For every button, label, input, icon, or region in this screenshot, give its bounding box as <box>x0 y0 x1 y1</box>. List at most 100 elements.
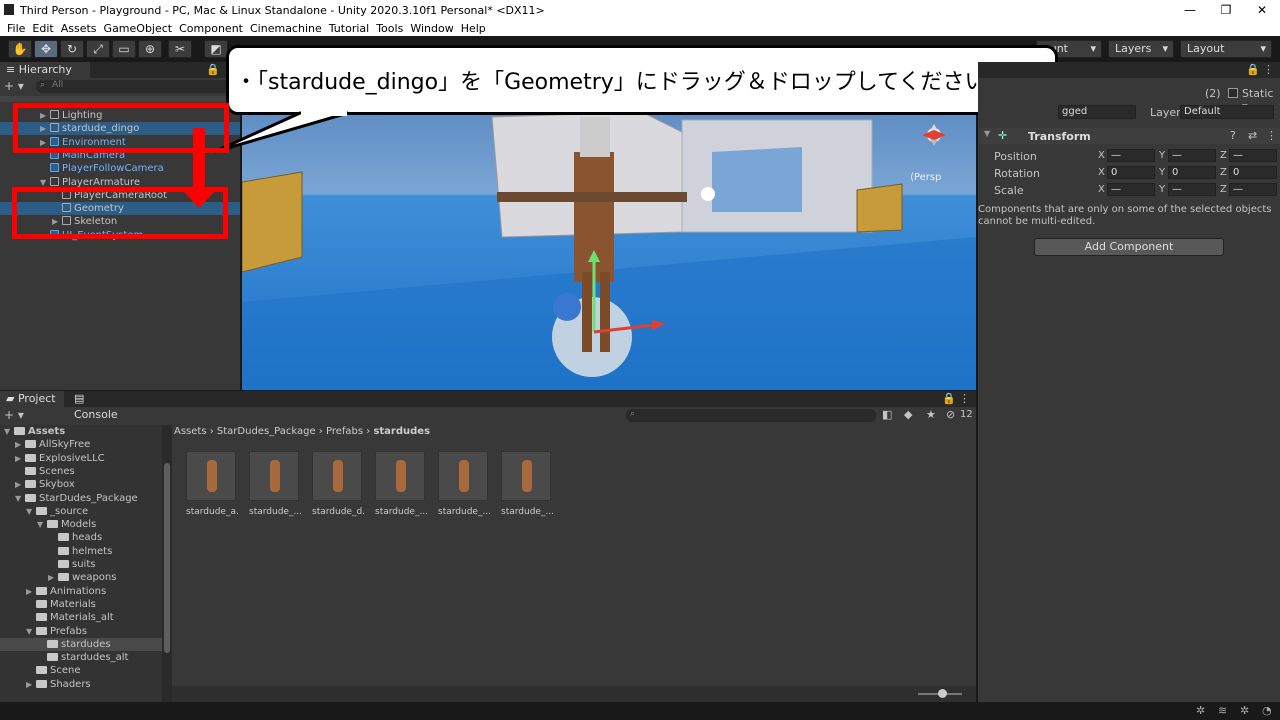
custom-tool-icon[interactable]: ✂ <box>168 40 192 58</box>
transform-position-y-field[interactable]: — <box>1168 149 1216 162</box>
folder-tree-item[interactable]: ▼ Models <box>0 518 162 531</box>
folder-tree-item[interactable]: ▶ Skybox <box>0 478 162 491</box>
foldout-arrow-icon[interactable]: ▶ <box>15 478 25 491</box>
prefab-asset[interactable]: stardude_... <box>375 451 427 517</box>
foldout-arrow-icon[interactable]: ▼ <box>37 518 47 531</box>
folder-tree-item[interactable]: ▼ _source <box>0 505 162 518</box>
folder-tree-item[interactable]: ▼ Prefabs <box>0 625 162 638</box>
transform-rotation-z-field[interactable]: 0 <box>1229 166 1277 179</box>
filter-type-icon[interactable]: ◧ <box>882 408 892 421</box>
foldout-arrow-icon[interactable]: ▼ <box>984 129 990 138</box>
project-tab[interactable]: ▰ Project <box>0 391 64 407</box>
folder-tree-item[interactable]: suits <box>0 558 162 571</box>
hand-tool-icon[interactable]: ✋ <box>8 40 32 58</box>
transform-rotation-x-field[interactable]: 0 <box>1107 166 1155 179</box>
console-tab[interactable]: ▤ Console <box>68 391 134 421</box>
collab-icon[interactable]: ✲ <box>1240 704 1249 717</box>
prefab-asset[interactable]: stardude_d... <box>312 451 364 517</box>
hierarchy-item[interactable]: PlayerFollowCamera <box>0 162 240 175</box>
menu-help[interactable]: Help <box>461 22 486 35</box>
favorite-star-icon[interactable]: ★ <box>926 408 936 421</box>
hidden-packages-icon[interactable]: ⊘ <box>946 408 955 421</box>
scale-tool-icon[interactable]: ⤢ <box>86 40 110 58</box>
menu-tutorial[interactable]: Tutorial <box>329 22 369 35</box>
folder-tree-item[interactable]: ▼ StarDudes_Package <box>0 492 162 505</box>
transform-scale-y-field[interactable]: — <box>1168 183 1216 196</box>
folder-tree-item[interactable]: ▶ Animations <box>0 585 162 598</box>
move-tool-icon[interactable]: ✥ <box>34 40 58 58</box>
transform-header[interactable]: ▼ ✛ Transform ? ⇄ ⋮ <box>978 128 1280 144</box>
foldout-arrow-icon[interactable]: ▶ <box>26 585 36 598</box>
foldout-arrow-icon[interactable]: ▶ <box>15 438 25 451</box>
preset-icon[interactable]: ⇄ <box>1248 129 1257 142</box>
menu-component[interactable]: Component <box>179 22 243 35</box>
transform-rotation-y-field[interactable]: 0 <box>1168 166 1216 179</box>
foldout-arrow-icon[interactable]: ▼ <box>4 425 14 438</box>
more-icon[interactable]: ⋮ <box>959 392 970 405</box>
folder-tree-item[interactable]: stardudes_alt <box>0 651 162 664</box>
folder-tree-item[interactable]: Scenes <box>0 465 162 478</box>
hierarchy-tab[interactable]: ≡ Hierarchy <box>0 62 90 78</box>
debug-icon[interactable]: ✲ <box>1196 704 1205 717</box>
menu-edit[interactable]: Edit <box>32 22 53 35</box>
transform-scale-z-field[interactable]: — <box>1229 183 1277 196</box>
transform-tool-icon[interactable]: ⊕ <box>138 40 162 58</box>
layers-dropdown[interactable]: Layers <box>1108 40 1174 58</box>
static-checkbox[interactable] <box>1228 88 1238 98</box>
folder-tree-item[interactable]: Materials_alt <box>0 611 162 624</box>
foldout-arrow-icon[interactable]: ▼ <box>26 505 36 518</box>
close-button[interactable]: ✕ <box>1244 0 1280 20</box>
folder-tree-item[interactable]: stardudes <box>0 637 162 651</box>
persp-label[interactable]: ⟨Persp <box>910 172 941 183</box>
folder-tree-item[interactable]: ▶ AllSkyFree <box>0 438 162 451</box>
lock-icon[interactable]: 🔒 <box>206 63 220 76</box>
transform-scale-x-field[interactable]: — <box>1107 183 1155 196</box>
folder-tree-item[interactable]: ▶ Shaders <box>0 678 162 691</box>
folder-tree-item[interactable]: Materials <box>0 598 162 611</box>
foldout-arrow-icon[interactable]: ▶ <box>26 678 36 691</box>
menu-cinemachine[interactable]: Cinemachine <box>250 22 322 35</box>
rotate-tool-icon[interactable]: ↻ <box>60 40 84 58</box>
breadcrumb-stardudes[interactable]: stardudes <box>373 426 430 437</box>
zoom-slider-handle[interactable] <box>938 689 947 698</box>
more-icon[interactable]: ⋮ <box>1266 129 1277 142</box>
progress-icon[interactable]: ≋ <box>1218 704 1227 717</box>
prefab-asset[interactable]: stardude_... <box>501 451 553 517</box>
folder-tree-item[interactable]: heads <box>0 531 162 544</box>
layer-dropdown[interactable]: Default <box>1180 105 1274 119</box>
rect-tool-icon[interactable]: ▭ <box>112 40 136 58</box>
transform-position-x-field[interactable]: — <box>1107 149 1155 162</box>
lock-icon[interactable]: 🔒 <box>942 392 956 405</box>
menu-window[interactable]: Window <box>410 22 453 35</box>
pivot-toggle-icon[interactable]: ◩ <box>204 40 228 58</box>
foldout-arrow-icon[interactable]: ▶ <box>48 571 58 584</box>
menu-gameobject[interactable]: GameObject <box>104 22 173 35</box>
cache-icon[interactable]: ◔ <box>1262 704 1272 717</box>
lock-icon[interactable]: 🔒 <box>1246 63 1260 76</box>
foldout-arrow-icon[interactable]: ▶ <box>15 452 25 465</box>
breadcrumb-assets[interactable]: Assets <box>174 426 207 437</box>
transform-position-z-field[interactable]: — <box>1229 149 1277 162</box>
foldout-arrow-icon[interactable]: ▼ <box>15 492 25 505</box>
minimize-button[interactable]: — <box>1172 0 1208 20</box>
hierarchy-search-field[interactable]: ⌕ All <box>36 80 236 93</box>
help-icon[interactable]: ? <box>1230 129 1236 142</box>
folder-tree-item[interactable]: Scene <box>0 664 162 677</box>
maximize-button[interactable]: ❐ <box>1208 0 1244 20</box>
breadcrumb-prefabs[interactable]: Prefabs <box>326 426 363 437</box>
menu-tools[interactable]: Tools <box>376 22 403 35</box>
folder-tree-item[interactable]: ▼ Assets <box>0 425 162 438</box>
menu-file[interactable]: File <box>7 22 25 35</box>
prefab-asset[interactable]: stardude_... <box>249 451 301 517</box>
prefab-asset[interactable]: stardude_... <box>438 451 490 517</box>
scene-header-row[interactable] <box>0 96 240 102</box>
project-add-button[interactable]: + ▾ <box>4 408 24 422</box>
layout-dropdown[interactable]: Layout <box>1180 40 1272 58</box>
project-search-field[interactable]: ⌕ <box>626 409 876 422</box>
folder-tree-item[interactable]: ▶ weapons <box>0 571 162 584</box>
filter-label-icon[interactable]: ◆ <box>904 408 912 421</box>
menu-assets[interactable]: Assets <box>61 22 97 35</box>
breadcrumb-stardudes-package[interactable]: StarDudes_Package <box>217 426 316 437</box>
folder-tree-item[interactable]: helmets <box>0 545 162 558</box>
foldout-arrow-icon[interactable]: ▼ <box>26 625 36 638</box>
